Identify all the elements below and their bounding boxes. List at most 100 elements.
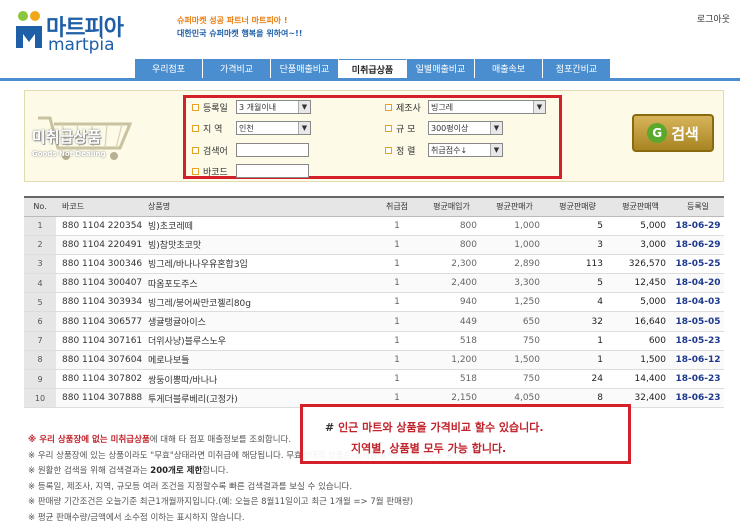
row-product-name[interactable]: 더위사냥)블루스노우 — [144, 331, 374, 350]
chevron-down-icon: ▼ — [490, 144, 502, 156]
logout-link[interactable]: 로그아웃 — [697, 12, 730, 25]
col-header-avg-buy[interactable]: 평균매입가 — [420, 197, 483, 216]
row-product-name[interactable]: 빙)초코레떼 — [144, 216, 374, 235]
checkbox-icon[interactable] — [385, 147, 392, 154]
row-avg-buy: 940 — [420, 293, 483, 312]
reg-date-label: 등록일 — [192, 100, 228, 114]
row-avg-sell: 650 — [483, 312, 546, 331]
row-product-name[interactable]: 빙)참맛초코맛 — [144, 235, 374, 254]
keyword-label: 검색어 — [192, 143, 228, 157]
slogan: 슈퍼마켓 성공 파트너 마트피아 ! 대한민국 슈퍼마켓 행복을 위하여~!! — [177, 14, 302, 40]
maker-select[interactable]: 빙그레▼ — [428, 100, 546, 114]
nav-tab-sales-flash[interactable]: 매출속보 — [475, 59, 543, 78]
row-no: 5 — [24, 293, 56, 312]
checkbox-icon[interactable] — [192, 168, 199, 175]
checkbox-icon[interactable] — [192, 147, 199, 154]
row-avg-amount: 1,500 — [609, 350, 672, 369]
table-row[interactable]: 9880 1104 307802쌍둥이뽕따/바나나15187502414,400… — [24, 370, 724, 389]
row-product-name[interactable]: 생귤탱귤아이스 — [144, 312, 374, 331]
row-product-name[interactable]: 따옴포도주스 — [144, 274, 374, 293]
row-barcode: 880 1104 220491 — [56, 235, 144, 254]
row-barcode: 880 1104 300346 — [56, 254, 144, 273]
nav-tab-daily-sales-compare[interactable]: 일별매출비교 — [407, 59, 475, 78]
row-barcode: 880 1104 303934 — [56, 293, 144, 312]
col-header-stores[interactable]: 취급점 — [374, 197, 420, 216]
row-avg-buy: 800 — [420, 216, 483, 235]
row-reg-date: 18-06-23 — [672, 389, 724, 408]
row-avg-sell: 1,250 — [483, 293, 546, 312]
row-avg-sell: 2,890 — [483, 254, 546, 273]
main-nav: 우리점포 가격비교 단품매출비교 미취급상품 일별매출비교 매출속보 점포간비교 — [135, 59, 611, 78]
row-reg-date: 18-06-23 — [672, 370, 724, 389]
row-no: 10 — [24, 389, 56, 408]
nav-tab-price-compare[interactable]: 가격비교 — [203, 59, 271, 78]
row-avg-qty: 4 — [546, 293, 609, 312]
sort-select[interactable]: 취급점수↓▼ — [428, 143, 503, 157]
table-row[interactable]: 5880 1104 303934빙그레/붕어싸만코젤리80g19401,2504… — [24, 293, 724, 312]
table-row[interactable]: 2880 1104 220491빙)참맛초코맛18001,00033,00018… — [24, 235, 724, 254]
scale-label: 규 모 — [385, 121, 415, 135]
table-row[interactable]: 7880 1104 307161더위사냥)블루스노우1518750160018-… — [24, 331, 724, 350]
chevron-down-icon: ▼ — [298, 101, 310, 113]
note-3: ※ 원활한 검색을 위해 검색결과는 200개로 제한합니다. — [28, 464, 487, 480]
row-no: 2 — [24, 235, 56, 254]
row-avg-amount: 12,450 — [609, 274, 672, 293]
barcode-input[interactable] — [236, 164, 309, 178]
row-avg-amount: 5,000 — [609, 216, 672, 235]
chevron-down-icon: ▼ — [490, 122, 502, 134]
martpia-logo-icon — [14, 10, 44, 50]
col-header-avg-amount[interactable]: 평균판매액 — [609, 197, 672, 216]
nav-tab-not-dealing[interactable]: 미취급상품 — [339, 59, 407, 78]
maker-label: 제조사 — [385, 100, 421, 114]
row-product-name[interactable]: 빙그레/붕어싸만코젤리80g — [144, 293, 374, 312]
search-button-label: 검색 — [671, 123, 699, 144]
checkbox-icon[interactable] — [192, 125, 199, 132]
nav-tab-item-sales-compare[interactable]: 단품매출비교 — [271, 59, 339, 78]
table-row[interactable]: 4880 1104 300407따옴포도주스12,4003,300512,450… — [24, 274, 724, 293]
keyword-input[interactable] — [236, 143, 309, 157]
row-avg-amount: 600 — [609, 331, 672, 350]
checkbox-icon[interactable] — [192, 104, 199, 111]
table-row[interactable]: 8880 1104 307604메로나보틀11,2001,50011,50018… — [24, 350, 724, 369]
martpia-logo[interactable]: 마트피아 martpia — [14, 8, 154, 56]
row-avg-buy: 2,400 — [420, 274, 483, 293]
row-avg-sell: 1,500 — [483, 350, 546, 369]
region-select[interactable]: 인천▼ — [236, 121, 311, 135]
row-avg-qty: 24 — [546, 370, 609, 389]
row-reg-date: 18-04-20 — [672, 274, 724, 293]
reg-date-select[interactable]: 3 개월이내▼ — [236, 100, 311, 114]
table-row[interactable]: 6880 1104 306577생귤탱귤아이스14496503216,64018… — [24, 312, 724, 331]
row-product-name[interactable]: 메로나보틀 — [144, 350, 374, 369]
row-product-name[interactable]: 빙그레/바나나우유혼합3입 — [144, 254, 374, 273]
row-product-name[interactable]: 쌍둥이뽕따/바나나 — [144, 370, 374, 389]
col-header-product-name[interactable]: 상품명 — [144, 197, 374, 216]
row-stores: 1 — [374, 350, 420, 369]
checkbox-icon[interactable] — [385, 104, 392, 111]
nav-tab-store-compare[interactable]: 점포간비교 — [543, 59, 611, 78]
table-row[interactable]: 1880 1104 220354빙)초코레떼18001,00055,00018-… — [24, 216, 724, 235]
row-stores: 1 — [374, 216, 420, 235]
nav-tab-our-store[interactable]: 우리점포 — [135, 59, 203, 78]
row-reg-date: 18-05-05 — [672, 312, 724, 331]
region-label: 지 역 — [192, 121, 222, 135]
row-stores: 1 — [374, 254, 420, 273]
scale-select[interactable]: 300평이상▼ — [428, 121, 503, 135]
row-stores: 1 — [374, 235, 420, 254]
row-reg-date: 18-05-23 — [672, 331, 724, 350]
col-header-barcode[interactable]: 바코드 — [56, 197, 144, 216]
col-header-avg-qty[interactable]: 평균판매량 — [546, 197, 609, 216]
panel-subtitle: Goods Not Dealing — [32, 150, 106, 158]
col-header-no[interactable]: No. — [24, 197, 56, 216]
search-button[interactable]: G 검색 — [632, 114, 714, 152]
col-header-reg-date[interactable]: 등록일 — [672, 197, 724, 216]
slogan-line-2: 대한민국 슈퍼마켓 행복을 위하여~!! — [177, 27, 302, 40]
row-avg-sell: 1,000 — [483, 235, 546, 254]
note-6: ※ 평균 판매수량/금액에서 소수점 이하는 표시하지 않습니다. — [28, 511, 487, 526]
col-header-avg-sell[interactable]: 평균판매가 — [483, 197, 546, 216]
row-barcode: 880 1104 307604 — [56, 350, 144, 369]
table-row[interactable]: 3880 1104 300346빙그레/바나나우유혼합3입12,3002,890… — [24, 254, 724, 273]
checkbox-icon[interactable] — [385, 125, 392, 132]
row-reg-date: 18-06-29 — [672, 216, 724, 235]
row-avg-buy: 449 — [420, 312, 483, 331]
slogan-line-1: 슈퍼마켓 성공 파트너 마트피아 ! — [177, 14, 302, 27]
